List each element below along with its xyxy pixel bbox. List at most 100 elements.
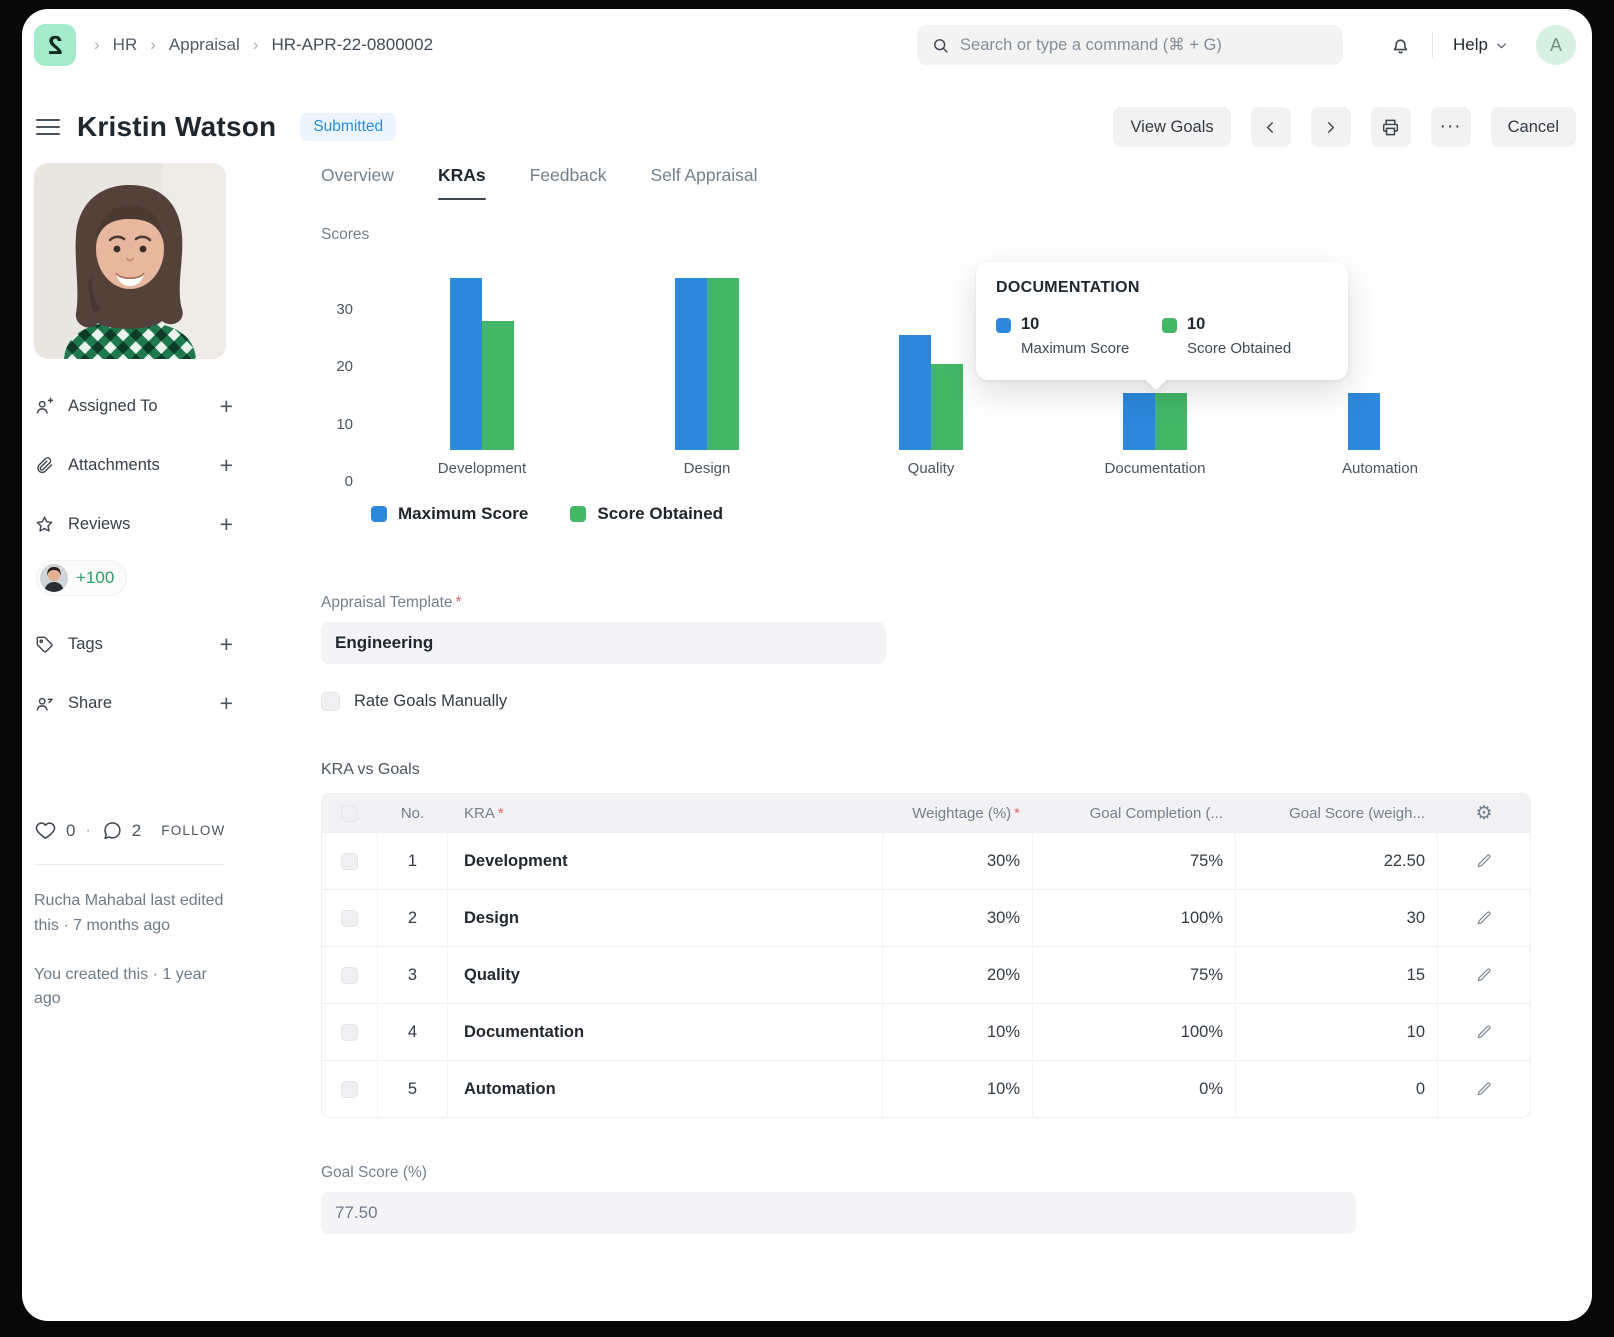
weightage-cell[interactable]: 30% <box>883 890 1033 946</box>
row-checkbox[interactable] <box>341 1024 358 1041</box>
appraisal-template-input[interactable]: Engineering <box>321 622 886 664</box>
decorative-frame: 2 › HR › Appraisal › HR-APR-22-0800002 <box>0 0 1614 1337</box>
goal-score-cell[interactable]: 30 <box>1236 890 1438 946</box>
x-axis-category-label: Automation <box>1300 460 1460 477</box>
share-icon <box>34 693 55 714</box>
breadcrumb-appraisal[interactable]: Appraisal <box>169 35 240 55</box>
kra-cell[interactable]: Quality <box>448 947 883 1003</box>
bar-maximum-score-design[interactable] <box>675 278 707 450</box>
row-checkbox[interactable] <box>341 1081 358 1098</box>
bar-maximum-score-automation[interactable] <box>1348 393 1380 450</box>
goal-score-cell[interactable]: 0 <box>1236 1061 1438 1117</box>
weightage-cell[interactable]: 10% <box>883 1061 1033 1117</box>
edit-row-pencil-icon[interactable] <box>1475 909 1493 927</box>
add-attachment-button[interactable]: + <box>220 454 233 477</box>
row-checkbox[interactable] <box>341 853 358 870</box>
add-share-button[interactable]: + <box>220 692 233 715</box>
bar-maximum-score-development[interactable] <box>450 278 482 450</box>
next-document-button[interactable] <box>1311 107 1351 147</box>
goal-completion-cell[interactable]: 0% <box>1033 1061 1236 1117</box>
follow-button[interactable]: FOLLOW <box>161 823 225 838</box>
row-checkbox[interactable] <box>341 967 358 984</box>
heart-icon[interactable] <box>34 819 57 842</box>
table-row: 2Design30%100%30 <box>322 889 1530 946</box>
tab-overview[interactable]: Overview <box>321 165 394 200</box>
paperclip-icon <box>34 455 55 476</box>
last-edited-note: Rucha Mahabal last edited this · 7 month… <box>34 889 226 939</box>
view-goals-button[interactable]: View Goals <box>1113 107 1230 147</box>
edit-row-pencil-icon[interactable] <box>1475 852 1493 870</box>
bar-maximum-score-documentation[interactable] <box>1123 393 1155 450</box>
weightage-cell[interactable]: 30% <box>883 833 1033 889</box>
rate-goals-checkbox[interactable] <box>321 692 340 711</box>
add-tag-button[interactable]: + <box>220 633 233 656</box>
rate-goals-label: Rate Goals Manually <box>354 692 507 711</box>
goal-completion-cell[interactable]: 100% <box>1033 890 1236 946</box>
sidebar-item-attachments: Attachments + <box>34 454 239 477</box>
previous-document-button[interactable] <box>1251 107 1291 147</box>
goal-score-value: 77.50 <box>321 1192 1356 1234</box>
goal-score-cell[interactable]: 10 <box>1236 1004 1438 1060</box>
legend-maximum-score: Maximum Score <box>371 504 528 524</box>
select-all-checkbox[interactable] <box>341 805 358 822</box>
tab-feedback[interactable]: Feedback <box>530 165 607 200</box>
navbar: 2 › HR › Appraisal › HR-APR-22-0800002 <box>22 9 1592 81</box>
breadcrumb-current[interactable]: HR-APR-22-0800002 <box>271 35 433 55</box>
bar-score-obtained-quality[interactable] <box>931 364 963 450</box>
kra-cell[interactable]: Development <box>448 833 883 889</box>
user-avatar[interactable]: A <box>1536 25 1576 65</box>
reviewer-avatar <box>40 564 68 592</box>
created-note: You created this · 1 year ago <box>34 963 226 1013</box>
sidebar-toggle-icon[interactable] <box>36 115 60 139</box>
add-review-button[interactable]: + <box>220 513 233 536</box>
employee-photo[interactable] <box>34 163 226 359</box>
goal-completion-cell[interactable]: 75% <box>1033 947 1236 1003</box>
app-logo[interactable]: 2 <box>34 24 76 66</box>
cancel-button[interactable]: Cancel <box>1491 107 1576 147</box>
kra-goals-table: No. KRA* Weightage (%)* Goal Completion … <box>321 793 1531 1118</box>
help-label: Help <box>1453 35 1488 55</box>
goal-score-cell[interactable]: 22.50 <box>1236 833 1438 889</box>
bar-score-obtained-documentation[interactable] <box>1155 393 1187 450</box>
tab-bar: Overview KRAs Feedback Self Appraisal <box>321 165 1531 200</box>
more-menu-button[interactable]: ··· <box>1431 107 1471 147</box>
notifications-bell-icon[interactable] <box>1389 34 1412 57</box>
global-search[interactable] <box>917 25 1343 65</box>
comments-icon[interactable] <box>101 820 123 842</box>
goal-score-cell[interactable]: 15 <box>1236 947 1438 1003</box>
reviewers-chip[interactable]: +100 <box>36 560 127 596</box>
kra-cell[interactable]: Documentation <box>448 1004 883 1060</box>
weightage-cell[interactable]: 10% <box>883 1004 1033 1060</box>
rate-goals-manually-row: Rate Goals Manually <box>321 692 1531 711</box>
bar-score-obtained-design[interactable] <box>707 278 739 450</box>
row-checkbox[interactable] <box>341 910 358 927</box>
column-goal-completion: Goal Completion (... <box>1033 794 1236 832</box>
goal-completion-cell[interactable]: 100% <box>1033 1004 1236 1060</box>
chevron-down-icon <box>1495 39 1508 52</box>
weightage-cell[interactable]: 20% <box>883 947 1033 1003</box>
tab-self-appraisal[interactable]: Self Appraisal <box>650 165 757 200</box>
edit-row-pencil-icon[interactable] <box>1475 1080 1493 1098</box>
edit-row-pencil-icon[interactable] <box>1475 966 1493 984</box>
chevron-right-icon: › <box>94 35 100 55</box>
search-input[interactable] <box>960 36 1329 55</box>
bar-maximum-score-quality[interactable] <box>899 335 931 450</box>
kra-cell[interactable]: Design <box>448 890 883 946</box>
tab-kras[interactable]: KRAs <box>438 165 486 200</box>
edit-row-pencil-icon[interactable] <box>1475 1023 1493 1041</box>
main-content: Overview KRAs Feedback Self Appraisal Sc… <box>321 147 1531 1274</box>
logo-glyph: 2 <box>48 30 62 61</box>
breadcrumb-hr[interactable]: HR <box>113 35 138 55</box>
column-goal-score: Goal Score (weigh... <box>1236 794 1438 832</box>
kra-cell[interactable]: Automation <box>448 1061 883 1117</box>
bar-score-obtained-development[interactable] <box>482 321 514 450</box>
tooltip-entry-maximum-score: 10 Maximum Score <box>996 315 1162 357</box>
print-button[interactable] <box>1371 107 1411 147</box>
help-menu[interactable]: Help <box>1453 35 1508 55</box>
navbar-right: Help A <box>1389 25 1576 65</box>
add-assignment-button[interactable]: + <box>220 395 233 418</box>
row-number: 1 <box>378 833 448 889</box>
table-settings-gear-icon[interactable]: ⚙ <box>1475 804 1492 823</box>
chevron-right-icon <box>1322 119 1339 136</box>
goal-completion-cell[interactable]: 75% <box>1033 833 1236 889</box>
